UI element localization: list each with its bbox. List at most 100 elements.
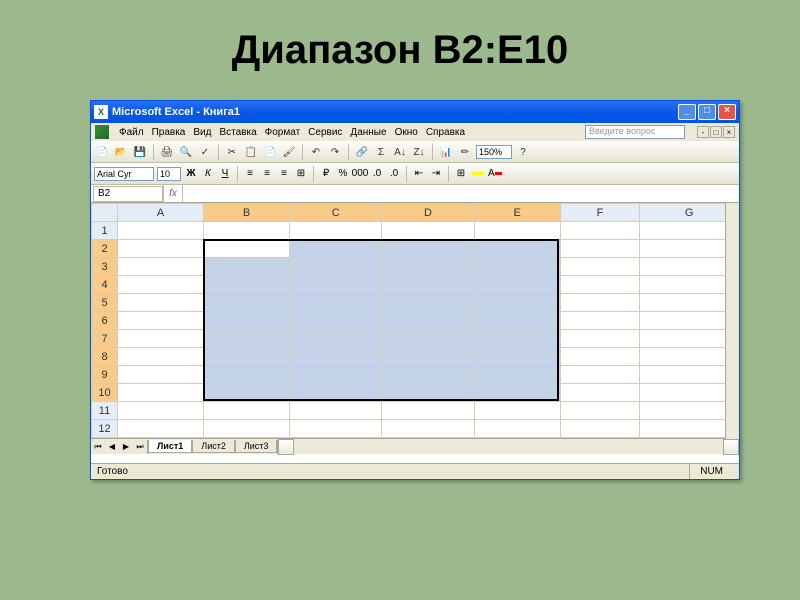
cell[interactable] [382, 258, 474, 276]
open-icon[interactable]: 📂 [113, 144, 129, 160]
cell[interactable] [640, 366, 739, 384]
cell[interactable] [560, 258, 640, 276]
mdi-restore[interactable]: □ [710, 126, 722, 138]
name-box[interactable]: B2 [93, 186, 163, 202]
cell[interactable] [474, 294, 560, 312]
spreadsheet-grid[interactable]: ABCDEFG123456789101112 [91, 203, 739, 438]
cell[interactable] [204, 240, 290, 258]
cell[interactable] [118, 330, 204, 348]
cell[interactable] [204, 294, 290, 312]
sort-asc-icon[interactable]: A↓ [392, 144, 408, 160]
sheet-tab-1[interactable]: Лист1 [148, 440, 192, 453]
row-header[interactable]: 7 [92, 330, 118, 348]
maximize-button[interactable]: □ [698, 104, 716, 120]
menu-help[interactable]: Справка [426, 127, 465, 138]
underline-button[interactable]: Ч [218, 167, 232, 181]
cell[interactable] [474, 258, 560, 276]
cell[interactable] [382, 348, 474, 366]
decrease-decimal-icon[interactable]: .0 [387, 167, 401, 181]
help-icon[interactable]: ? [515, 144, 531, 160]
cell[interactable] [290, 402, 382, 420]
cell[interactable] [474, 276, 560, 294]
format-painter-icon[interactable]: 🖌 [281, 144, 297, 160]
autosum-icon[interactable]: Σ [373, 144, 389, 160]
cell[interactable] [118, 420, 204, 438]
menu-format[interactable]: Формат [265, 127, 301, 138]
increase-decimal-icon[interactable]: .0 [370, 167, 384, 181]
menu-edit[interactable]: Правка [152, 127, 186, 138]
comma-icon[interactable]: 000 [353, 167, 367, 181]
cell[interactable] [204, 312, 290, 330]
cell[interactable] [560, 366, 640, 384]
cell[interactable] [290, 240, 382, 258]
cell[interactable] [290, 420, 382, 438]
cell[interactable] [382, 420, 474, 438]
cell[interactable] [640, 276, 739, 294]
col-header[interactable]: E [474, 204, 560, 222]
font-size-combo[interactable]: 10 [157, 167, 181, 181]
cell[interactable] [382, 330, 474, 348]
print-icon[interactable]: 🖨 [159, 144, 175, 160]
cell[interactable] [640, 420, 739, 438]
cell[interactable] [204, 366, 290, 384]
cell[interactable] [474, 330, 560, 348]
drawing-icon[interactable]: ✏ [457, 144, 473, 160]
decrease-indent-icon[interactable]: ⇤ [412, 167, 426, 181]
fill-color-icon[interactable] [471, 167, 485, 181]
col-header[interactable]: F [560, 204, 640, 222]
col-header[interactable]: B [204, 204, 290, 222]
cell[interactable] [382, 276, 474, 294]
cell[interactable] [290, 330, 382, 348]
cell[interactable] [474, 420, 560, 438]
cell[interactable] [560, 402, 640, 420]
cell[interactable] [560, 384, 640, 402]
preview-icon[interactable]: 🔍 [178, 144, 194, 160]
zoom-combo[interactable]: 150% [476, 145, 512, 159]
cell[interactable] [118, 258, 204, 276]
cell[interactable] [204, 348, 290, 366]
cell[interactable] [560, 312, 640, 330]
mdi-close[interactable]: × [723, 126, 735, 138]
cell[interactable] [118, 222, 204, 240]
row-header[interactable]: 1 [92, 222, 118, 240]
save-icon[interactable]: 💾 [132, 144, 148, 160]
hyperlink-icon[interactable]: 🔗 [354, 144, 370, 160]
cell[interactable] [474, 348, 560, 366]
cell[interactable] [560, 330, 640, 348]
menu-view[interactable]: Вид [193, 127, 211, 138]
font-combo[interactable]: Arial Cyr [94, 167, 154, 181]
cell[interactable] [204, 384, 290, 402]
col-header[interactable]: D [382, 204, 474, 222]
select-all-corner[interactable] [92, 204, 118, 222]
cell[interactable] [474, 366, 560, 384]
redo-icon[interactable]: ↷ [327, 144, 343, 160]
col-header[interactable]: G [640, 204, 739, 222]
formula-input[interactable] [183, 185, 739, 202]
cell[interactable] [204, 222, 290, 240]
vertical-scrollbar[interactable] [725, 203, 739, 447]
row-header[interactable]: 5 [92, 294, 118, 312]
row-header[interactable]: 8 [92, 348, 118, 366]
cell[interactable] [382, 222, 474, 240]
borders-icon[interactable]: ⊞ [454, 167, 468, 181]
currency-icon[interactable]: ₽ [319, 167, 333, 181]
row-header[interactable]: 3 [92, 258, 118, 276]
cell[interactable] [382, 240, 474, 258]
minimize-button[interactable]: _ [678, 104, 696, 120]
cell[interactable] [560, 240, 640, 258]
cell[interactable] [118, 402, 204, 420]
cell[interactable] [474, 240, 560, 258]
cell[interactable] [118, 366, 204, 384]
cell[interactable] [474, 222, 560, 240]
row-header[interactable]: 12 [92, 420, 118, 438]
cell[interactable] [290, 366, 382, 384]
cell[interactable] [204, 402, 290, 420]
menu-file[interactable]: Файл [119, 127, 144, 138]
cell[interactable] [290, 348, 382, 366]
bold-button[interactable]: Ж [184, 167, 198, 181]
sheet-tab-3[interactable]: Лист3 [235, 440, 278, 453]
font-color-icon[interactable]: A [488, 167, 502, 181]
help-question-box[interactable]: Введите вопрос [585, 125, 685, 139]
cell[interactable] [118, 276, 204, 294]
tab-next-icon[interactable]: ▶ [119, 440, 133, 454]
